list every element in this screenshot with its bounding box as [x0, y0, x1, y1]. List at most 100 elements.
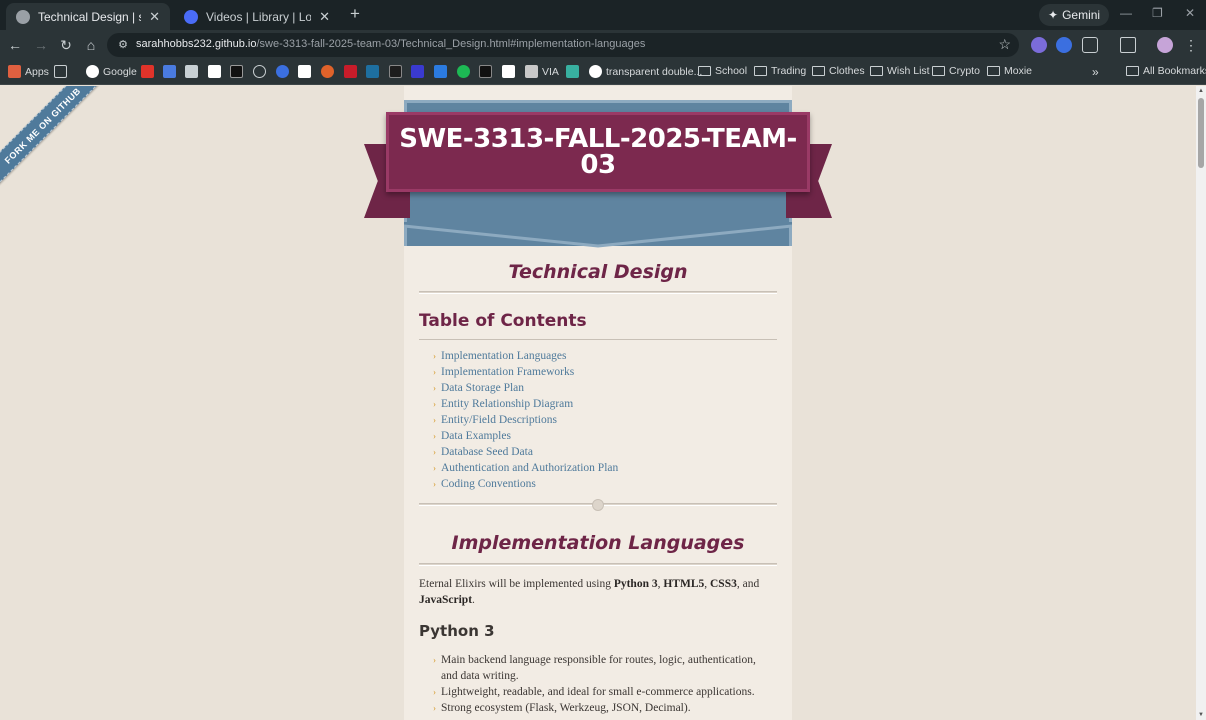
folder-icon — [987, 66, 1000, 76]
bookmark-site[interactable] — [389, 65, 402, 78]
close-icon[interactable]: ✕ — [149, 9, 160, 25]
folder-icon — [1126, 66, 1139, 76]
address-bar[interactable]: ⚙ sarahhobbs232.github.io/swe-3313-fall-… — [107, 33, 1019, 57]
bookmark-site[interactable] — [434, 65, 447, 78]
gemini-button[interactable]: ✦ Gemini — [1039, 4, 1110, 26]
forward-icon[interactable]: → — [32, 36, 50, 54]
bookmark-youtube[interactable] — [141, 65, 154, 78]
chevron-right-icon: › — [433, 383, 436, 393]
bookmark-folder-trading[interactable]: Trading — [754, 65, 806, 77]
bookmark-maps[interactable] — [185, 65, 198, 78]
extension-icon[interactable] — [1031, 37, 1047, 53]
bookmark-folder-wishlist[interactable]: Wish List — [870, 65, 930, 77]
bookmark-label: transparent double... — [606, 65, 703, 78]
tab-technical-design[interactable]: Technical Design | swe-3313-fal ✕ — [6, 3, 170, 30]
bookmark-grid[interactable] — [54, 65, 67, 78]
toc-link[interactable]: Authentication and Authorization Plan — [441, 460, 618, 476]
scroll-up-icon[interactable]: ▲ — [1198, 88, 1204, 94]
folder-label: Wish List — [887, 65, 930, 77]
bookmark-site[interactable] — [566, 65, 579, 78]
intro-paragraph: Eternal Elixirs will be implemented usin… — [419, 576, 777, 608]
page-scrollbar[interactable]: ▲ ▼ — [1196, 86, 1206, 720]
scrollbar-thumb[interactable] — [1198, 98, 1204, 168]
menu-kebab-icon[interactable]: ⋮ — [1182, 36, 1200, 54]
bookmark-site[interactable] — [321, 65, 334, 78]
toc-link[interactable]: Data Storage Plan — [441, 380, 524, 396]
bookmark-site[interactable] — [276, 65, 289, 78]
toc-link[interactable]: Coding Conventions — [441, 476, 536, 492]
back-icon[interactable]: ← — [6, 36, 24, 54]
profile-avatar-icon[interactable] — [1157, 37, 1173, 53]
minimize-icon[interactable]: — — [1120, 6, 1132, 20]
bookmark-calendar[interactable] — [163, 65, 176, 78]
scroll-down-icon[interactable]: ▼ — [1198, 712, 1204, 718]
tab-loom[interactable]: Videos | Library | Loom ✕ — [174, 3, 340, 30]
more-bookmarks-chevron-icon[interactable]: » — [1092, 65, 1099, 79]
toc-item[interactable]: › Data Examples — [433, 428, 618, 444]
extension-icon[interactable] — [1056, 37, 1072, 53]
tab-groups-icon — [54, 65, 67, 78]
bookmark-folder-moxie[interactable]: Moxie — [987, 65, 1032, 77]
all-bookmarks[interactable]: All Bookmarks — [1126, 65, 1206, 77]
window-close-icon[interactable]: ✕ — [1185, 6, 1195, 20]
bookmark-label: VIA — [542, 65, 559, 78]
bookmark-transparent[interactable]: transparent double... — [589, 65, 702, 78]
toc-item[interactable]: › Implementation Frameworks — [433, 364, 618, 380]
close-icon[interactable]: ✕ — [319, 9, 330, 25]
intro-sep: , and — [736, 578, 760, 590]
site-icon — [411, 65, 424, 78]
chevron-right-icon: › — [433, 463, 436, 473]
bookmark-site[interactable] — [479, 65, 492, 78]
toc-item[interactable]: › Implementation Languages — [433, 348, 618, 364]
site-title-box: SWE-3313-FALL-2025-TEAM- 03 — [386, 112, 810, 192]
toc-link[interactable]: Entity/Field Descriptions — [441, 412, 557, 428]
bookmark-folder-clothes[interactable]: Clothes — [812, 65, 865, 77]
toc-item[interactable]: › Entity/Field Descriptions — [433, 412, 618, 428]
chevron-right-icon: › — [433, 367, 436, 377]
bookmark-apps[interactable]: Apps — [8, 65, 49, 78]
bookmark-site[interactable] — [411, 65, 424, 78]
toc-link[interactable]: Data Examples — [441, 428, 511, 444]
bookmark-google[interactable]: Google — [86, 65, 137, 78]
bookmark-folder-crypto[interactable]: Crypto — [932, 65, 980, 77]
site-info-icon[interactable]: ⚙ — [116, 38, 130, 52]
new-tab-button[interactable]: + — [346, 5, 364, 23]
bookmark-site[interactable] — [366, 65, 379, 78]
bookmark-folder-school[interactable]: School — [698, 65, 747, 77]
bookmark-star-icon[interactable]: ☆ — [998, 36, 1011, 53]
bookmark-amazon[interactable] — [502, 65, 515, 78]
folder-label: Moxie — [1004, 65, 1033, 77]
bookmark-site[interactable] — [344, 65, 357, 78]
restore-icon[interactable]: ❐ — [1152, 6, 1163, 20]
toc-link[interactable]: Database Seed Data — [441, 444, 533, 460]
site-icon — [434, 65, 447, 78]
list-item-text: Lightweight, readable, and ideal for sma… — [441, 686, 755, 698]
toc-link[interactable]: Entity Relationship Diagram — [441, 396, 573, 412]
cast-icon[interactable] — [1120, 37, 1136, 53]
bookmark-chatgpt[interactable] — [253, 65, 266, 78]
gmail-icon — [298, 65, 311, 78]
toc-item[interactable]: › Coding Conventions — [433, 476, 618, 492]
extensions-puzzle-icon[interactable] — [1082, 37, 1098, 53]
bookmark-gmail[interactable] — [298, 65, 311, 78]
page-viewport: FORK ME ON GITHUB SWE-3313-FALL-2025-TEA… — [0, 86, 1196, 720]
loom-icon — [184, 9, 198, 24]
bookmark-dil[interactable] — [230, 65, 243, 78]
site-title[interactable]: SWE-3313-FALL-2025-TEAM- 03 — [399, 126, 797, 178]
site-icon — [321, 65, 334, 78]
reload-icon[interactable]: ↻ — [57, 36, 75, 54]
bookmark-via[interactable]: VIA — [525, 65, 559, 78]
home-icon[interactable]: ⌂ — [82, 36, 100, 54]
bookmark-amazon[interactable] — [208, 65, 221, 78]
bookmark-spotify[interactable] — [457, 65, 470, 78]
fork-me-ribbon[interactable]: FORK ME ON GITHUB — [0, 86, 107, 190]
toc-link[interactable]: Implementation Frameworks — [441, 364, 574, 380]
all-bookmarks-label: All Bookmarks — [1143, 65, 1206, 77]
toc-item[interactable]: › Entity Relationship Diagram — [433, 396, 618, 412]
youtube-icon — [141, 65, 154, 78]
toc-item[interactable]: › Authentication and Authorization Plan — [433, 460, 618, 476]
toc-item[interactable]: › Database Seed Data — [433, 444, 618, 460]
tab-title: Technical Design | swe-3313-fal — [38, 9, 141, 24]
toc-item[interactable]: › Data Storage Plan — [433, 380, 618, 396]
toc-link[interactable]: Implementation Languages — [441, 348, 567, 364]
